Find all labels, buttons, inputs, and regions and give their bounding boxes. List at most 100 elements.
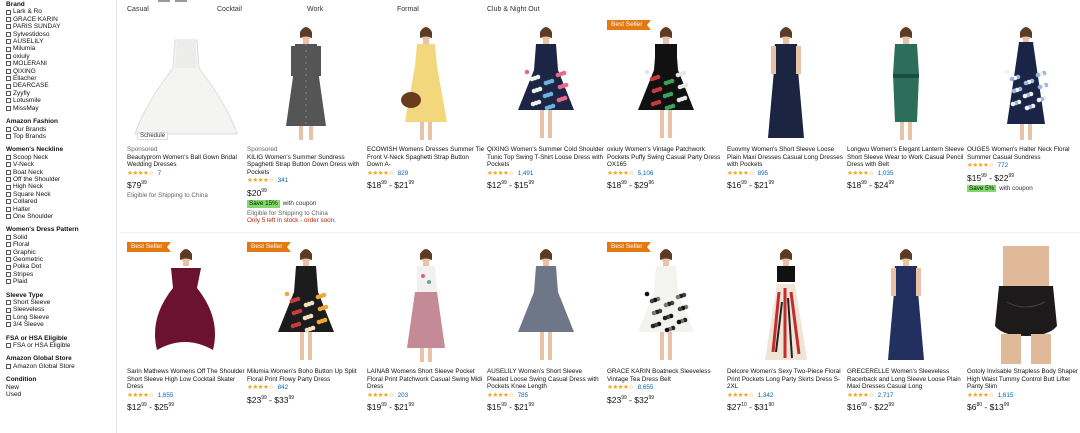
checkbox[interactable] — [6, 169, 11, 175]
product-card[interactable]: OUGES Women's Halter Neck Floral Summer … — [967, 20, 1080, 232]
checkbox[interactable] — [6, 364, 11, 370]
filter-option-brand[interactable]: MissMay — [6, 105, 115, 112]
product-image[interactable] — [727, 242, 845, 366]
checkbox[interactable] — [6, 199, 11, 205]
product-image[interactable] — [487, 20, 605, 144]
checkbox[interactable] — [6, 249, 11, 255]
filter-option-brand[interactable]: QIXING — [6, 68, 115, 75]
filter-option-neckline[interactable]: V-Neck — [6, 161, 115, 168]
checkbox[interactable] — [6, 343, 11, 349]
filter-option-pattern[interactable]: Stripes — [6, 271, 115, 278]
filter-option-sleeve[interactable]: Short Sleeve — [6, 299, 115, 306]
checkbox[interactable] — [6, 257, 11, 263]
checkbox[interactable] — [6, 9, 11, 15]
filter-option-brand[interactable]: AUSELILY — [6, 38, 115, 45]
product-card[interactable]: Best Seller oxiuly Women's Vintage Patchw… — [607, 20, 725, 232]
checkbox[interactable] — [6, 61, 11, 67]
product-image[interactable] — [127, 242, 245, 366]
product-card[interactable]: ECOWISH Womens Dresses Summer Tie Front … — [367, 20, 485, 232]
star-rating-icon[interactable]: ★★★★☆ — [607, 170, 634, 178]
star-rating-icon[interactable]: ★★★★☆ — [967, 392, 994, 400]
product-image[interactable] — [247, 20, 365, 144]
checkbox[interactable] — [6, 76, 11, 82]
filter-option-neckline[interactable]: Off the Shoulder — [6, 176, 115, 183]
product-card[interactable]: Schedule Sponsored Beautyprom Women's Ball… — [127, 20, 245, 232]
review-count-link[interactable]: 8,655 — [638, 384, 654, 392]
checkbox[interactable] — [6, 242, 11, 248]
checkbox[interactable] — [6, 91, 11, 97]
product-title-link[interactable]: KILIG Women's Summer Sundress Spaghetti … — [247, 154, 365, 177]
checkbox[interactable] — [6, 39, 11, 45]
product-title-link[interactable]: Beautyprom Women's Ball Gown Bridal Wedd… — [127, 154, 245, 169]
product-image[interactable] — [847, 20, 965, 144]
filter-option-pattern[interactable]: Geometric — [6, 256, 115, 263]
review-count-link[interactable]: 2,717 — [878, 392, 894, 400]
product-card[interactable]: Delcore Women's Sexy Two-Piece Floral Pr… — [727, 242, 845, 432]
filter-option-neckline[interactable]: Square Neck — [6, 191, 115, 198]
review-count-link[interactable]: 1,655 — [158, 392, 174, 400]
product-card[interactable]: Best Seller GRACE KARIN Boatneck Sleevele… — [607, 242, 725, 432]
review-count-link[interactable]: 5,106 — [638, 170, 654, 178]
filter-option-pattern[interactable]: Polka Dot — [6, 263, 115, 270]
product-image[interactable] — [127, 20, 245, 144]
filter-option-brand[interactable]: DEARCASE — [6, 82, 115, 89]
filter-option-pattern[interactable]: Graphic — [6, 249, 115, 256]
star-rating-icon[interactable]: ★★★★☆ — [967, 162, 994, 170]
filter-option-pattern[interactable]: Solid — [6, 234, 115, 241]
product-image[interactable] — [607, 242, 725, 366]
product-title-link[interactable]: oxiuly Women's Vintage Patchwork Pockets… — [607, 146, 725, 169]
star-rating-icon[interactable]: ★★★★☆ — [847, 170, 874, 178]
product-image[interactable] — [367, 20, 485, 144]
product-title-link[interactable]: Milumia Women's Boho Button Up Split Flo… — [247, 368, 365, 383]
checkbox[interactable] — [6, 322, 11, 328]
filter-option-brand[interactable]: Lark & Ro — [6, 8, 115, 15]
checkbox[interactable] — [6, 68, 11, 74]
checkbox[interactable] — [6, 184, 11, 190]
condition-link[interactable]: Used — [6, 391, 115, 398]
star-rating-icon[interactable]: ★★★★☆ — [367, 170, 394, 178]
checkbox[interactable] — [6, 191, 11, 197]
product-card[interactable]: Euovmy Women's Short Sleeve Loose Plain … — [727, 20, 845, 232]
product-title-link[interactable]: Delcore Women's Sexy Two-Piece Floral Pr… — [727, 368, 845, 391]
checkbox[interactable] — [6, 206, 11, 212]
checkbox[interactable] — [6, 279, 11, 285]
star-rating-icon[interactable]: ★★★★☆ — [367, 392, 394, 400]
filter-option-pattern[interactable]: Floral — [6, 241, 115, 248]
checkbox[interactable] — [6, 31, 11, 37]
tab-formal[interactable]: Formal — [397, 6, 419, 13]
tab-cocktail[interactable]: Cocktail — [217, 6, 242, 13]
product-title-link[interactable]: GRACE KARIN Boatneck Sleeveless Vintage … — [607, 368, 725, 383]
filter-option-neckline[interactable]: Halter — [6, 206, 115, 213]
tab-casual[interactable]: Casual — [127, 6, 149, 13]
star-rating-icon[interactable]: ★★★★☆ — [487, 170, 514, 178]
filter-option-brand[interactable]: Sylvestidoso — [6, 31, 115, 38]
filter-option-brand[interactable]: Zyyfly — [6, 90, 115, 97]
review-count-link[interactable]: 842 — [278, 384, 289, 392]
coupon-badge[interactable]: Save 15% — [247, 199, 280, 208]
filter-option-brand[interactable]: Milumia — [6, 45, 115, 52]
filter-option-pattern[interactable]: Plaid — [6, 278, 115, 285]
review-count-link[interactable]: 203 — [398, 392, 409, 400]
checkbox[interactable] — [6, 54, 11, 60]
checkbox[interactable] — [6, 234, 11, 240]
review-count-link[interactable]: 7 — [158, 170, 162, 178]
product-title-link[interactable]: GRECERELLE Women's Sleeveless Racerback … — [847, 368, 965, 391]
review-count-link[interactable]: 829 — [398, 170, 409, 178]
product-title-link[interactable]: OUGES Women's Halter Neck Floral Summer … — [967, 146, 1080, 161]
product-image[interactable] — [607, 20, 725, 144]
filter-option-brand[interactable]: Ellacher — [6, 75, 115, 82]
checkbox[interactable] — [6, 177, 11, 183]
product-card[interactable]: Best Seller Sarin Mathews Womens Off The … — [127, 242, 245, 432]
product-title-link[interactable]: Gotoly Invisable Strapless Body Shaper H… — [967, 368, 1080, 391]
filter-option-neckline[interactable]: High Neck — [6, 183, 115, 190]
filter-option-fashion[interactable]: Top Brands — [6, 133, 115, 140]
filter-option-neckline[interactable]: Collared — [6, 198, 115, 205]
filter-option-global[interactable]: Amazon Global Store — [6, 363, 115, 370]
checkbox[interactable] — [6, 83, 11, 89]
filter-option-neckline[interactable]: Boat Neck — [6, 169, 115, 176]
product-card[interactable]: Gotoly Invisable Strapless Body Shaper H… — [967, 242, 1080, 432]
filter-option-sleeve[interactable]: Sleeveless — [6, 306, 115, 313]
filter-option-brand[interactable]: PARIS SUNDAY — [6, 23, 115, 30]
product-title-link[interactable]: LAINAB Womens Short Sleeve Pocket Floral… — [367, 368, 485, 391]
product-card[interactable]: Sponsored KILIG Women's Summer Sundress S… — [247, 20, 365, 232]
